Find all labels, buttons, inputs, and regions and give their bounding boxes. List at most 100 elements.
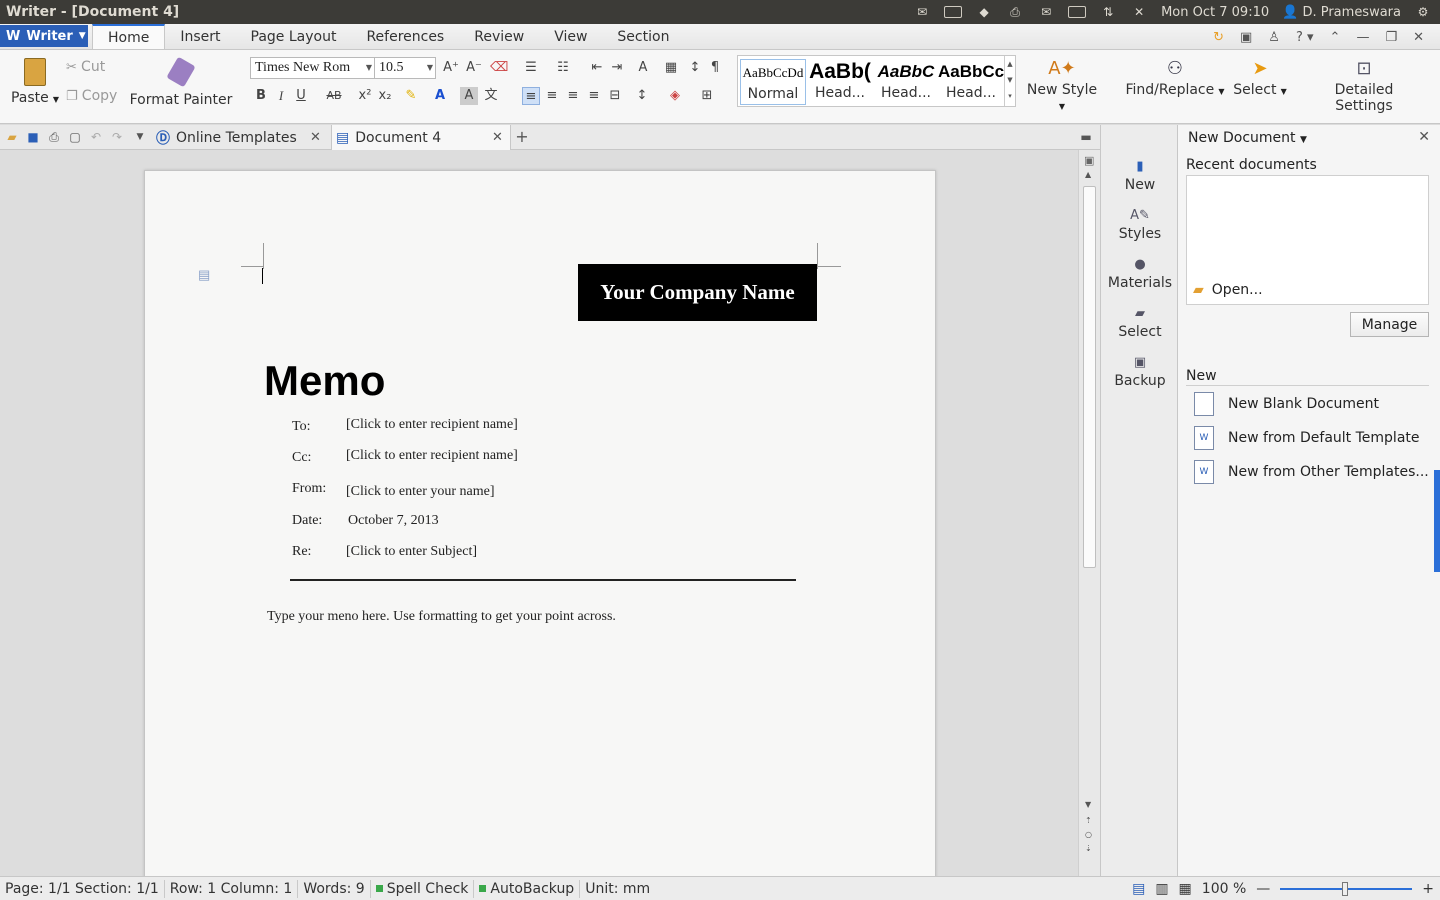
cut-button[interactable]: ✂ Cut — [66, 59, 105, 75]
minimize-icon[interactable]: — — [1356, 30, 1369, 45]
font-color-icon[interactable]: A — [431, 87, 449, 105]
battery-icon[interactable] — [1068, 6, 1087, 18]
skin-icon[interactable]: ▣ — [1240, 30, 1252, 45]
tab-review[interactable]: Review — [459, 25, 539, 49]
refresh-icon[interactable]: ↻ — [1213, 30, 1224, 45]
task-new[interactable]: ▮ New — [1101, 157, 1179, 193]
recent-documents-list[interactable]: ▰ Open... — [1186, 175, 1429, 305]
clear-format-icon[interactable]: ⌫ — [490, 59, 508, 77]
field-value-to[interactable]: [Click to enter recipient name] — [346, 417, 518, 433]
prev-page-icon[interactable]: ⇡ — [1085, 816, 1092, 825]
close-panel-icon[interactable]: ✕ — [1418, 129, 1430, 145]
vertical-scrollbar[interactable]: ▣ ▲ ▼ ⇡ ○ ⇣ — [1078, 150, 1100, 876]
justify-icon[interactable]: ≡ — [585, 87, 603, 105]
new-blank-document-link[interactable]: New Blank Document — [1194, 392, 1379, 416]
field-value-re[interactable]: [Click to enter Subject] — [346, 544, 477, 560]
zoom-thumb[interactable] — [1342, 881, 1349, 896]
autobackup-toggle[interactable]: AutoBackup — [474, 879, 581, 898]
status-unit[interactable]: Unit: mm — [580, 880, 655, 898]
app-menu-button[interactable]: W Writer ▼ — [0, 25, 88, 47]
tab-insert[interactable]: Insert — [165, 25, 235, 49]
close-tab-icon[interactable]: ✕ — [492, 130, 503, 145]
document-page[interactable]: ▤ Your Company Name Memo To: [Click to e… — [144, 170, 936, 876]
open-folder-icon[interactable]: ▰ — [4, 129, 20, 145]
style-heading-2[interactable]: AaBbC Head... — [873, 59, 939, 105]
scroll-down-icon[interactable]: ▼ — [1085, 800, 1091, 809]
sort-icon[interactable]: ↕ — [686, 59, 704, 77]
increase-indent-icon[interactable]: ⇥ — [608, 59, 626, 77]
grow-font-icon[interactable]: A⁺ — [442, 59, 460, 77]
clock[interactable]: Mon Oct 7 09:10 — [1161, 5, 1269, 20]
highlight-icon[interactable]: ✎ — [402, 87, 420, 105]
collapse-ribbon-icon[interactable]: ⌃ — [1330, 30, 1341, 45]
paragraph-options-icon[interactable]: ▤ — [198, 267, 210, 283]
volume-icon[interactable]: ✕ — [1130, 5, 1148, 19]
tab-document-4[interactable]: ▤ Document 4 ✕ — [331, 125, 511, 150]
italic-button[interactable]: I — [272, 87, 290, 105]
session-gear-icon[interactable]: ⚙ — [1414, 5, 1432, 19]
page-view-icon[interactable]: ▤ — [1132, 881, 1145, 897]
scroll-up-icon[interactable]: ▲ — [1085, 170, 1091, 179]
spell-check-toggle[interactable]: Spell Check — [371, 879, 475, 898]
new-style-button[interactable]: A✦ New Style ▼ — [1022, 56, 1102, 113]
line-spacing-icon[interactable]: ↕ — [633, 87, 651, 105]
restore-icon[interactable]: ❐ — [1385, 30, 1397, 45]
font-name-select[interactable]: Times New Rom ▼ — [250, 57, 375, 79]
shirt-icon[interactable]: ♙ — [1268, 30, 1280, 45]
font-size-select[interactable]: 10.5 ▼ — [374, 57, 436, 79]
memo-body[interactable]: Type your meno here. Use formatting to g… — [267, 609, 616, 625]
network-icon[interactable]: ⇅ — [1099, 5, 1117, 19]
open-link[interactable]: ▰ Open... — [1193, 282, 1263, 298]
close-window-icon[interactable]: ✕ — [1413, 30, 1424, 45]
tab-references[interactable]: References — [351, 25, 459, 49]
panel-collapse-handle[interactable] — [1434, 470, 1440, 572]
gallery-scroll[interactable]: ▲ ▼ ▾ — [1004, 56, 1015, 106]
char-shading-icon[interactable]: A — [460, 87, 478, 105]
scroll-thumb[interactable] — [1083, 186, 1096, 568]
tab-home[interactable]: Home — [92, 24, 166, 49]
table-icon[interactable]: ▦ — [662, 59, 680, 77]
task-backup[interactable]: ▣ Backup — [1101, 353, 1179, 389]
phonetic-icon[interactable]: 文 — [482, 87, 500, 105]
show-marks-icon[interactable]: ¶ — [706, 59, 724, 77]
company-name-box[interactable]: Your Company Name — [578, 264, 817, 321]
help-menu[interactable]: ? ▾ — [1296, 30, 1314, 45]
tab-page-layout[interactable]: Page Layout — [236, 25, 352, 49]
print-icon[interactable]: ⎙ — [46, 129, 62, 145]
mail-icon[interactable]: ✉ — [1037, 5, 1055, 19]
bold-button[interactable]: B — [252, 87, 270, 105]
new-from-other-templates-link[interactable]: W New from Other Templates... — [1194, 460, 1429, 484]
field-value-date[interactable]: October 7, 2013 — [348, 513, 439, 529]
web-view-icon[interactable]: ▦ — [1179, 881, 1192, 897]
copy-button[interactable]: ❐ Copy — [66, 88, 117, 104]
select-button[interactable]: ➤ Select ▼ — [1232, 56, 1288, 98]
print-preview-icon[interactable]: ▢ — [67, 129, 83, 145]
underline-button[interactable]: U — [292, 87, 310, 105]
ruler-toggle-icon[interactable]: ▣ — [1084, 154, 1094, 167]
task-select[interactable]: ▰ Select — [1101, 304, 1179, 340]
text-direction-icon[interactable]: A — [634, 59, 652, 77]
field-value-from[interactable]: [Click to enter your name] — [346, 484, 495, 500]
zoom-slider[interactable] — [1280, 881, 1413, 896]
strikethrough-button[interactable]: AB — [322, 87, 346, 105]
outline-view-icon[interactable]: ▥ — [1155, 881, 1168, 897]
shading-icon[interactable]: ◈ — [666, 87, 684, 105]
panel-title-dropdown[interactable]: New Document ▼ — [1188, 130, 1307, 146]
superscript-icon[interactable]: x² — [356, 87, 374, 105]
task-materials[interactable]: ● Materials — [1101, 255, 1179, 291]
close-tab-icon[interactable]: ✕ — [310, 130, 321, 145]
dropbox-icon[interactable]: ◆ — [975, 5, 993, 19]
status-page[interactable]: Page: 1/1 Section: 1/1 — [0, 879, 165, 898]
memo-title[interactable]: Memo — [264, 357, 385, 405]
new-tab-button[interactable]: + — [514, 129, 530, 145]
subscript-icon[interactable]: x₂ — [376, 87, 394, 105]
find-replace-button[interactable]: ⚇ Find/Replace ▼ — [1124, 56, 1226, 98]
align-right-icon[interactable]: ≡ — [564, 87, 582, 105]
style-heading-3[interactable]: AaBbCc Head... — [938, 59, 1004, 105]
align-center-icon[interactable]: ≡ — [543, 87, 561, 105]
bullets-icon[interactable]: ☰ — [522, 59, 540, 77]
status-words[interactable]: Words: 9 — [298, 879, 371, 898]
tab-list-icon[interactable]: ▬ — [1078, 129, 1094, 145]
redo-icon[interactable]: ↷ — [109, 129, 125, 145]
messaging-icon[interactable]: ✉ — [913, 5, 931, 19]
